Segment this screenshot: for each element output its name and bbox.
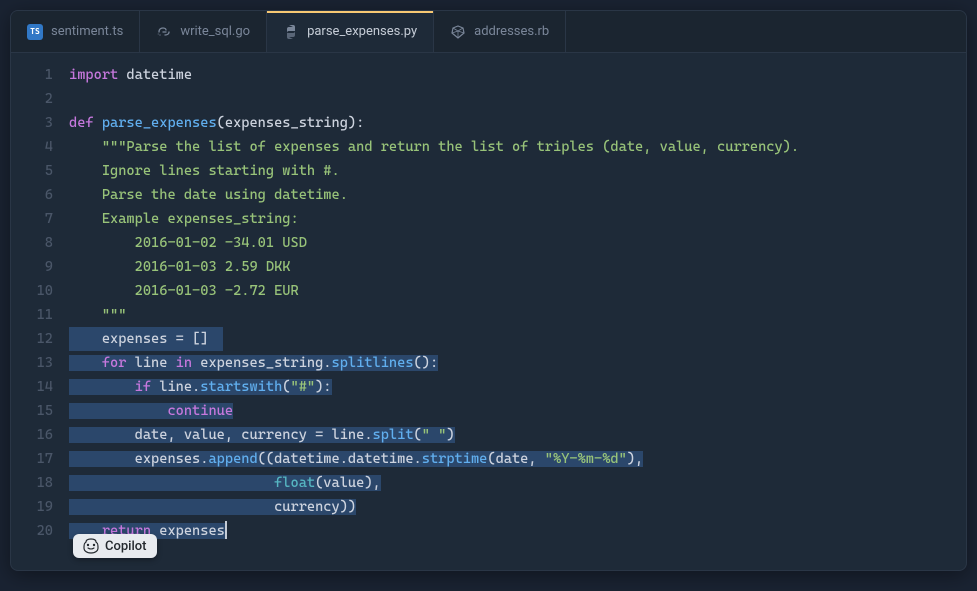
code-line[interactable]: Example expenses_string: (63, 207, 966, 231)
line-number: 1 (11, 63, 53, 87)
text-cursor (225, 521, 227, 539)
code-line[interactable]: date, value, currency = line.split(" ") (63, 423, 966, 447)
line-number: 11 (11, 303, 53, 327)
code-line[interactable]: import datetime (63, 63, 966, 87)
code-area[interactable]: import datetime def parse_expenses(expens… (63, 63, 966, 570)
line-number: 9 (11, 255, 53, 279)
code-line[interactable]: expenses = [] (63, 327, 966, 351)
line-number: 19 (11, 495, 53, 519)
python-icon (283, 24, 299, 40)
line-number: 15 (11, 399, 53, 423)
line-number: 6 (11, 183, 53, 207)
code-editor[interactable]: 1234567891011121314151617181920 import d… (11, 53, 966, 570)
tab-label: sentiment.ts (51, 24, 123, 39)
line-number: 10 (11, 279, 53, 303)
code-line[interactable]: Ignore lines starting with #. (63, 159, 966, 183)
code-line[interactable]: currency)) (63, 495, 966, 519)
line-number: 8 (11, 231, 53, 255)
line-number: 4 (11, 135, 53, 159)
code-line[interactable]: """Parse the list of expenses and return… (63, 135, 966, 159)
code-line[interactable]: """ (63, 303, 966, 327)
line-number-gutter: 1234567891011121314151617181920 (11, 63, 63, 570)
line-number: 14 (11, 375, 53, 399)
code-line[interactable]: 2016-01-03 -2.72 EUR (63, 279, 966, 303)
code-line[interactable]: if line.startswith("#"): (63, 375, 966, 399)
line-number: 2 (11, 87, 53, 111)
tab-label: write_sql.go (180, 24, 250, 39)
line-number: 3 (11, 111, 53, 135)
code-line[interactable]: float(value), (63, 471, 966, 495)
line-number: 5 (11, 159, 53, 183)
tab-bar: TS sentiment.ts write_sql.go parse_expenses… (11, 11, 966, 53)
code-line[interactable]: 2016-01-02 -34.01 USD (63, 231, 966, 255)
code-line[interactable]: Parse the date using datetime. (63, 183, 966, 207)
code-line[interactable]: 2016-01-03 2.59 DKK (63, 255, 966, 279)
code-line[interactable]: def parse_expenses(expenses_string): (63, 111, 966, 135)
code-line[interactable]: expenses.append((datetime.datetime.strpt… (63, 447, 966, 471)
tab-addresses-rb[interactable]: addresses.rb (434, 11, 566, 52)
line-number: 17 (11, 447, 53, 471)
code-line[interactable]: return expenses (63, 519, 966, 543)
tab-parse_expenses-py[interactable]: parse_expenses.py (267, 11, 434, 52)
editor-window: TS sentiment.ts write_sql.go parse_expenses… (10, 10, 967, 571)
line-number: 18 (11, 471, 53, 495)
tab-write_sql-go[interactable]: write_sql.go (140, 11, 267, 52)
line-number: 16 (11, 423, 53, 447)
tab-sentiment-ts[interactable]: TS sentiment.ts (11, 11, 140, 52)
line-number: 13 (11, 351, 53, 375)
copilot-label: Copilot (105, 539, 147, 554)
typescript-icon: TS (27, 24, 43, 40)
copilot-button[interactable]: Copilot (73, 534, 157, 558)
line-number: 12 (11, 327, 53, 351)
tab-label: addresses.rb (474, 24, 549, 39)
code-line[interactable]: for line in expenses_string.splitlines()… (63, 351, 966, 375)
copilot-icon (83, 538, 99, 554)
go-icon (156, 24, 172, 40)
code-line[interactable] (63, 87, 966, 111)
line-number: 7 (11, 207, 53, 231)
ruby-icon (450, 24, 466, 40)
code-line[interactable]: continue (63, 399, 966, 423)
line-number: 20 (11, 519, 53, 543)
tab-label: parse_expenses.py (307, 24, 417, 39)
